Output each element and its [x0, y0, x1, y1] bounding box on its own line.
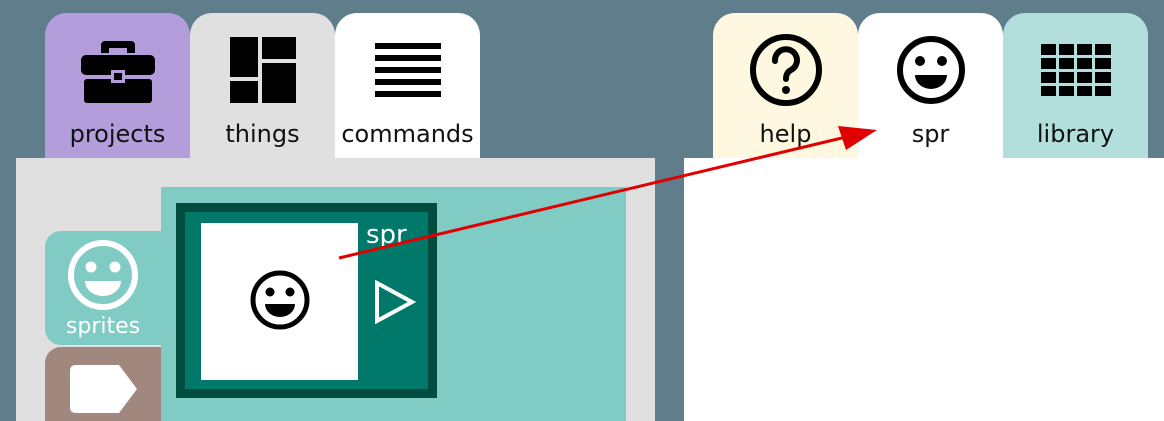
- tab-library-label: library: [1036, 120, 1115, 148]
- help-circle-icon: [713, 34, 858, 106]
- sprite-name: spr: [366, 220, 407, 250]
- smiley-icon: [65, 237, 141, 317]
- side-tab-tags[interactable]: [45, 347, 161, 421]
- grid-icon: [1003, 35, 1148, 105]
- tab-things[interactable]: things: [190, 13, 335, 173]
- tag-icon: [69, 363, 139, 419]
- tab-library[interactable]: library: [1003, 13, 1148, 173]
- tab-commands[interactable]: commands: [335, 13, 480, 173]
- tab-projects[interactable]: projects: [45, 13, 190, 173]
- briefcase-icon: [45, 35, 190, 105]
- tab-commands-label: commands: [341, 120, 474, 148]
- smiley-icon: [249, 269, 311, 335]
- smiley-icon: [858, 35, 1003, 105]
- tab-projects-label: projects: [69, 120, 166, 148]
- tab-spr-label: spr: [911, 120, 950, 148]
- play-icon[interactable]: [372, 279, 417, 328]
- right-panel: [684, 158, 1164, 421]
- tab-spr[interactable]: spr: [858, 13, 1003, 173]
- side-tab-sprites-label: sprites: [65, 314, 141, 339]
- tab-things-label: things: [225, 120, 300, 148]
- tab-help-label: help: [759, 120, 812, 148]
- dashboard-icon: [190, 35, 335, 105]
- lines-icon: [335, 35, 480, 105]
- side-tab-sprites[interactable]: sprites: [45, 231, 161, 345]
- sprite-thumbnail[interactable]: [201, 223, 358, 380]
- tab-help[interactable]: help: [713, 13, 858, 173]
